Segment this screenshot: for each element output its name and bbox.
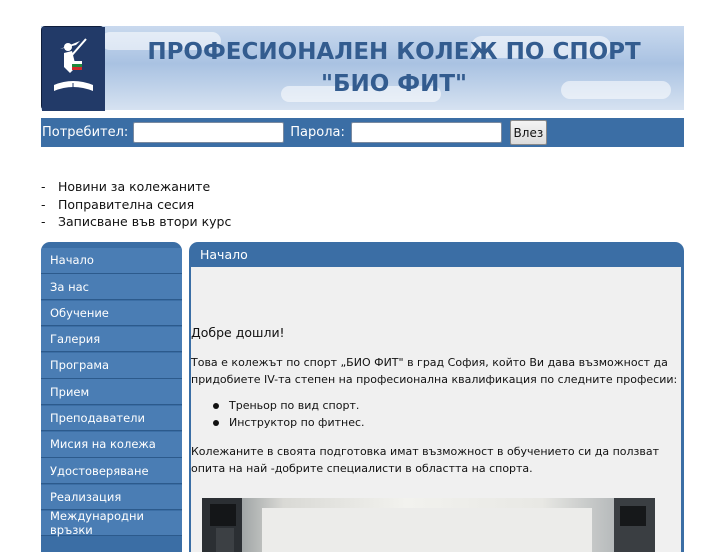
menu-item-education[interactable]: Обучение	[41, 300, 182, 327]
password-input[interactable]	[350, 122, 502, 143]
menu-item-program[interactable]: Програма	[41, 353, 182, 379]
username-input[interactable]	[133, 122, 285, 143]
bullet-icon	[213, 419, 219, 426]
news-item[interactable]: - Новини за колежаните	[41, 178, 231, 196]
list-item: Треньор по вид спорт.	[213, 397, 365, 414]
menu-item-international[interactable]: Международни връзки	[41, 509, 182, 537]
news-link[interactable]: Новини за колежаните	[58, 178, 210, 196]
site-title-line-2: "БИО ФИТ"	[320, 71, 468, 97]
menu-item-about[interactable]: За нас	[41, 274, 182, 300]
menu-item-teachers[interactable]: Преподаватели	[41, 405, 182, 432]
menu-item-certification[interactable]: Удостоверяване	[41, 458, 182, 484]
news-item[interactable]: - Записване във втори курс	[41, 213, 231, 231]
gym-photo	[202, 498, 655, 552]
professions-list: Треньор по вид спорт. Инструктор по фитн…	[213, 397, 365, 431]
news-link[interactable]: Записване във втори курс	[58, 213, 231, 231]
outro-paragraph: Колежаните в своята подготовка имат възм…	[191, 445, 660, 475]
login-bar: Потребител: Парола: Влез	[41, 118, 684, 147]
sidebar-menu: Начало За нас Обучение Галерия Програма …	[41, 242, 182, 552]
username-label: Потребител:	[42, 125, 129, 140]
bullet-icon	[213, 402, 219, 409]
list-item: Инструктор по фитнес.	[213, 414, 365, 431]
menu-item-mission[interactable]: Мисия на колежа	[41, 432, 182, 458]
news-item[interactable]: - Поправителна сесия	[41, 196, 231, 214]
menu-item-home[interactable]: Начало	[41, 248, 182, 274]
welcome-heading: Добре дошли!	[191, 325, 285, 340]
site-title: ПРОФЕСИОНАЛЕН КОЛЕЖ ПО СПОРТ "БИО ФИТ"	[104, 26, 684, 110]
news-list: - Новини за колежаните - Поправителна сеси…	[41, 178, 231, 231]
menu-item-gallery[interactable]: Галерия	[41, 326, 182, 353]
content-panel: Начало Добре дошли! Това е колежът по сп…	[189, 242, 684, 552]
menu-item-admission[interactable]: Прием	[41, 379, 182, 405]
login-button[interactable]: Влез	[509, 120, 547, 145]
news-link[interactable]: Поправителна сесия	[58, 196, 194, 214]
menu-item-careers[interactable]: Реализация	[41, 484, 182, 511]
password-label: Парола:	[290, 125, 345, 140]
intro-paragraph: Това е колежът по спорт „БИО ФИТ" в град…	[191, 356, 678, 386]
college-logo-icon[interactable]	[41, 26, 105, 111]
content-body: Добре дошли! Това е колежът по спорт „БИ…	[191, 267, 681, 552]
content-title: Начало	[200, 246, 248, 262]
site-title-line-1: ПРОФЕСИОНАЛЕН КОЛЕЖ ПО СПОРТ	[147, 39, 641, 65]
